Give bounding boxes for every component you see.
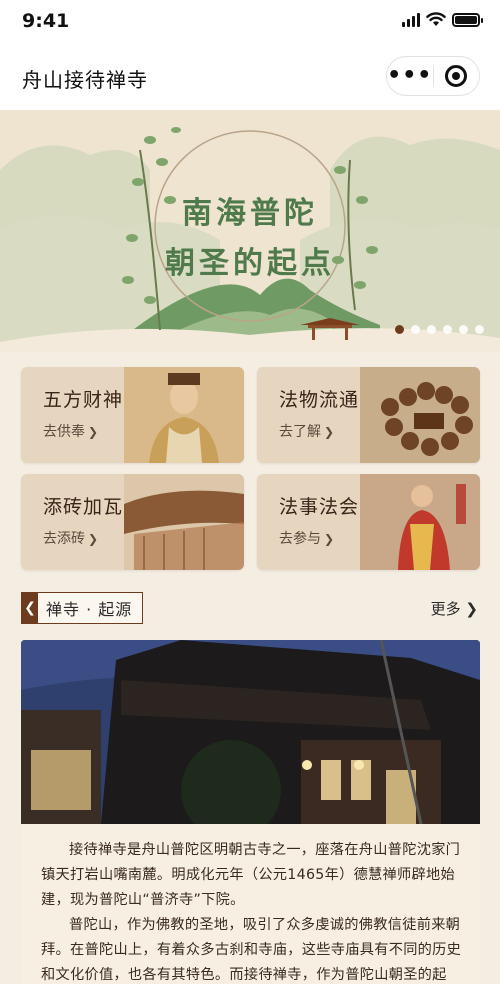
target-icon[interactable] (433, 65, 479, 87)
monk-ceremony-icon (360, 474, 480, 570)
status-time: 9:41 (22, 10, 70, 32)
nav-bar: 舟山接待禅寺 ••• (0, 44, 500, 110)
card-link-label: 去了解 (279, 424, 321, 440)
section-title: 禅寺 · 起源 (46, 600, 133, 619)
chevron-right-icon: ❯ (465, 600, 478, 618)
chevron-right-icon: ❯ (324, 425, 335, 439)
card-link[interactable]: 去供奉 ❯ (43, 421, 98, 441)
card-link-label: 去供奉 (43, 424, 85, 440)
banner-title-line2: 朝圣的起点 (165, 246, 335, 281)
card-link-label: 去参与 (279, 531, 321, 547)
chevron-right-icon: ❯ (88, 425, 99, 439)
card-dharma-items[interactable]: 法物流通 去了解 ❯ (257, 367, 480, 463)
section-header: ❮ 禅寺 · 起源 更多 ❯ (21, 592, 480, 624)
card-title: 添砖加瓦 (43, 496, 124, 518)
chevron-right-icon: ❯ (88, 532, 99, 546)
more-link[interactable]: 更多 ❯ (431, 598, 478, 619)
temple-roof-icon (124, 474, 244, 570)
hero-banner[interactable]: 南海普陀 朝圣的起点 (0, 110, 500, 352)
intro-paragraph: 接待禅寺是舟山普陀区明朝古寺之一，座落在舟山普陀沈家门镇天打岩山嘴南麓。明成化元… (41, 842, 461, 908)
carousel-dots (395, 325, 484, 334)
section-tag: ❮ 禅寺 · 起源 (21, 592, 144, 624)
card-link-label: 去添砖 (43, 531, 85, 547)
temple-photo[interactable] (21, 640, 480, 824)
status-bar: 9:41 (0, 0, 500, 44)
carousel-dot[interactable] (459, 325, 468, 334)
card-link[interactable]: 去参与 ❯ (279, 528, 334, 548)
card-link[interactable]: 去添砖 ❯ (43, 528, 98, 548)
card-wealth-gods[interactable]: 五方财神 去供奉 ❯ (21, 367, 244, 463)
temple-night-photo (21, 640, 480, 824)
intro-paragraph: 普陀山，作为佛教的圣地，吸引了众多虔诚的佛教信徒前来朝拜。在普陀山上，有着众多古… (41, 917, 462, 983)
carousel-dot[interactable] (411, 325, 420, 334)
mini-program-capsule: ••• (386, 56, 480, 96)
status-icons (402, 12, 483, 27)
card-add-bricks[interactable]: 添砖加瓦 去添砖 ❯ (21, 474, 244, 570)
carousel-dot[interactable] (475, 325, 484, 334)
page-title: 舟山接待禅寺 (22, 68, 148, 92)
banner-title-line1: 南海普陀 (182, 196, 318, 231)
card-link[interactable]: 去了解 ❯ (279, 421, 334, 441)
carousel-dot[interactable] (427, 325, 436, 334)
carousel-dot[interactable] (395, 325, 404, 334)
card-dharma-assembly[interactable]: 法事法会 去参与 ❯ (257, 474, 480, 570)
signal-icon (402, 12, 420, 27)
carousel-dot[interactable] (443, 325, 452, 334)
temple-intro: 接待禅寺是舟山普陀区明朝古寺之一，座落在舟山普陀沈家门镇天打岩山嘴南麓。明成化元… (21, 824, 480, 984)
card-title: 法事法会 (279, 496, 360, 518)
wifi-icon (426, 12, 446, 26)
more-label: 更多 (430, 600, 461, 618)
chevron-left-icon: ❮ (22, 593, 38, 623)
card-title: 五方财神 (43, 389, 124, 411)
wealth-god-statue-icon (124, 367, 244, 463)
more-dots-icon[interactable]: ••• (387, 57, 433, 95)
prayer-beads-icon (360, 367, 480, 463)
chevron-right-icon: ❯ (324, 532, 335, 546)
battery-icon (452, 12, 483, 27)
card-title: 法物流通 (279, 389, 360, 411)
